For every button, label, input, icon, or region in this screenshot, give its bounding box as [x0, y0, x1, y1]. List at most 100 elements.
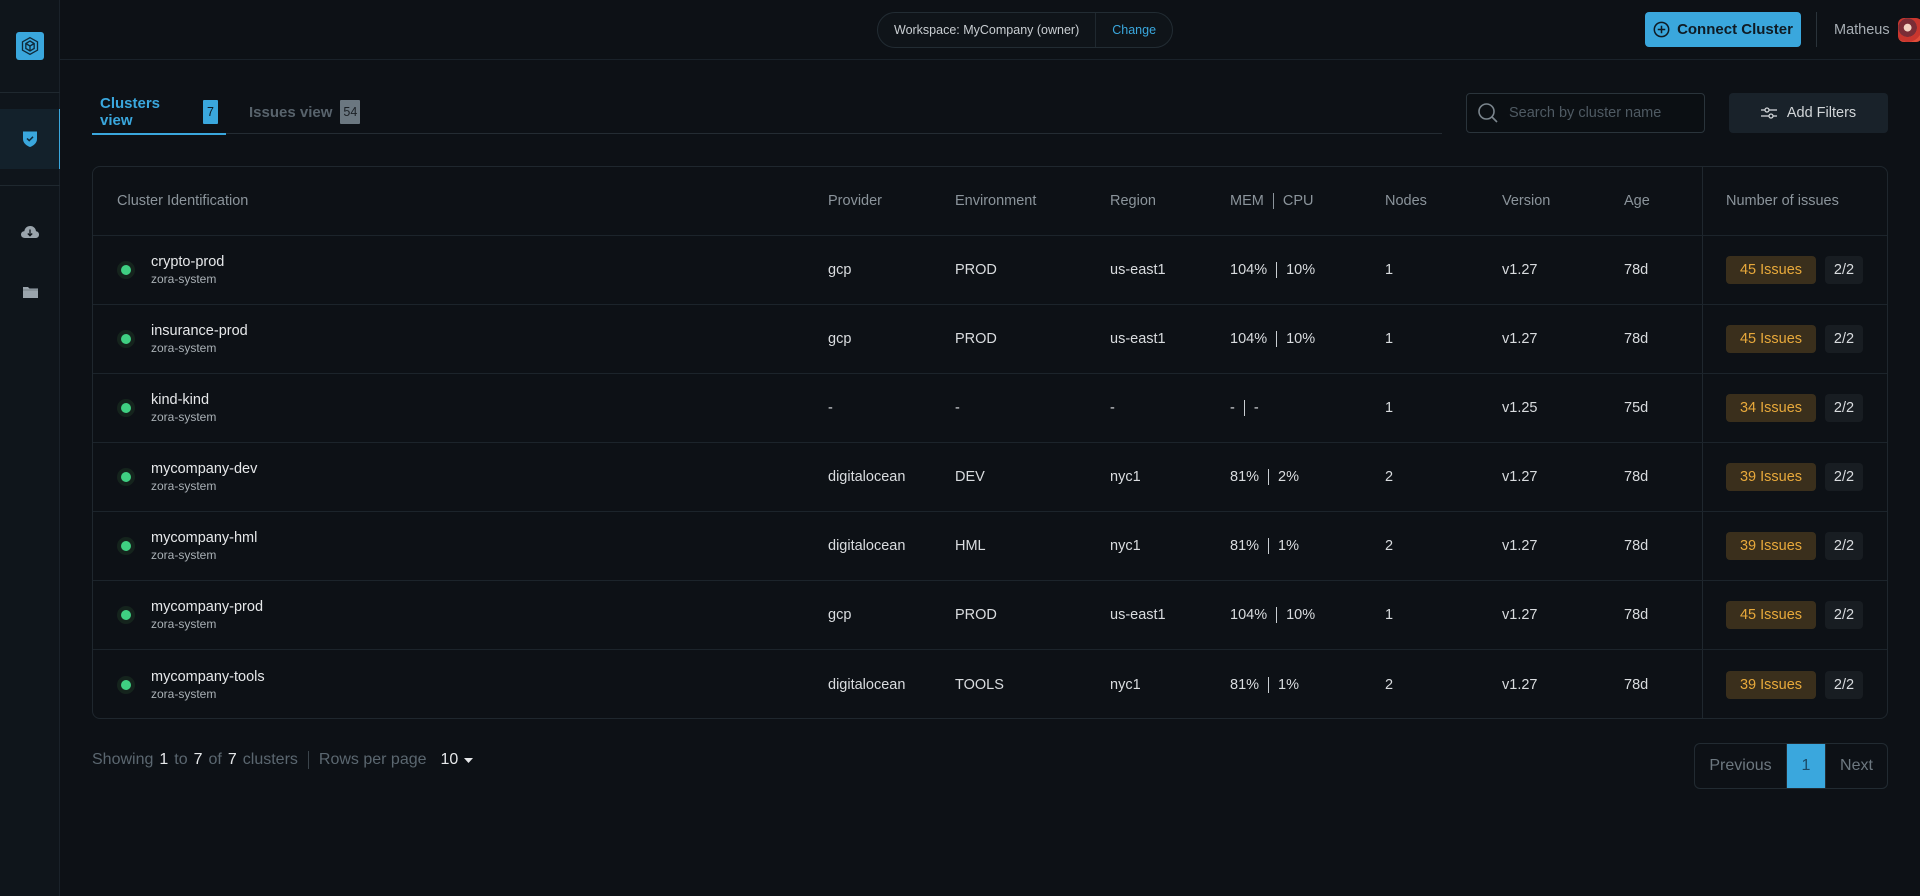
issues-count-badge[interactable]: 45 Issues — [1726, 325, 1816, 353]
cell-issues: 45 Issues 2/2 — [1726, 236, 1863, 304]
issues-count-badge[interactable]: 34 Issues — [1726, 394, 1816, 422]
header-version[interactable]: Version — [1502, 167, 1550, 235]
issues-ratio-badge: 2/2 — [1825, 601, 1863, 629]
cluster-name[interactable]: mycompany-hml — [151, 530, 257, 546]
cluster-name[interactable]: crypto-prod — [151, 254, 224, 270]
sidebar-item-install[interactable] — [0, 202, 60, 262]
change-workspace-link[interactable]: Change — [1095, 13, 1172, 47]
cell-age: 78d — [1624, 262, 1649, 278]
sidebar-item-files[interactable] — [0, 262, 60, 322]
cell-mem-cpu: 81% 1% — [1230, 650, 1299, 718]
folder-icon — [22, 287, 38, 298]
cluster-identification[interactable]: mycompany-hml zora-system — [151, 512, 257, 580]
cell-cpu: 10% — [1286, 331, 1316, 347]
workspace-label: Workspace: MyCompany (owner) — [894, 23, 1080, 37]
summary-showing: Showing — [92, 751, 154, 768]
tab-clusters-view[interactable]: Clusters view 7 — [92, 90, 226, 135]
cell-provider: gcp — [828, 607, 852, 623]
cluster-namespace: zora-system — [151, 479, 217, 493]
header-environment[interactable]: Environment — [955, 167, 1036, 235]
cell-environment: PROD — [955, 262, 997, 278]
header-provider[interactable]: Provider — [828, 167, 882, 235]
table-row[interactable]: mycompany-dev zora-system digitalocean DEV n… — [93, 443, 1887, 512]
cell-age: 78d — [1624, 607, 1649, 623]
cell-environment: HML — [955, 538, 986, 554]
connect-cluster-button[interactable]: Connect Cluster — [1645, 12, 1801, 47]
table-row[interactable]: mycompany-tools zora-system digitalocean TO… — [93, 650, 1887, 718]
avatar — [1897, 18, 1920, 42]
page-1-button[interactable]: 1 — [1787, 744, 1825, 788]
cell-mem-cpu: 81% 1% — [1230, 512, 1299, 580]
cell-age: 75d — [1624, 400, 1649, 416]
header-cluster[interactable]: Cluster Identification — [117, 167, 248, 235]
add-filters-button[interactable]: Add Filters — [1729, 93, 1888, 133]
header-region[interactable]: Region — [1110, 167, 1156, 235]
cell-version: v1.27 — [1502, 469, 1538, 485]
tab-label: Issues view — [249, 103, 333, 121]
caret-down-icon — [464, 757, 474, 763]
cluster-name[interactable]: mycompany-tools — [151, 669, 265, 685]
table-row[interactable]: insurance-prod zora-system gcp PROD us-east1… — [93, 305, 1887, 374]
header-age[interactable]: Age — [1624, 167, 1650, 235]
tab-count-badge: 7 — [203, 99, 218, 124]
topbar-divider — [1816, 12, 1817, 47]
cell-cpu: 2% — [1278, 469, 1299, 485]
cluster-identification[interactable]: crypto-prod zora-system — [151, 236, 224, 304]
cell-mem-cpu: -- — [1230, 374, 1259, 442]
cluster-namespace: zora-system — [151, 548, 217, 562]
cluster-identification[interactable]: kind-kind zora-system — [151, 374, 216, 442]
cluster-identification[interactable]: insurance-prod zora-system — [151, 305, 248, 373]
header-mem-cpu[interactable]: MEM CPU — [1230, 167, 1313, 235]
separator — [1243, 400, 1245, 416]
tab-issues-view[interactable]: Issues view 54 — [249, 90, 361, 134]
table-row[interactable]: mycompany-hml zora-system digitalocean HML n… — [93, 512, 1887, 581]
issues-count-badge[interactable]: 45 Issues — [1726, 256, 1816, 284]
header-nodes[interactable]: Nodes — [1385, 167, 1427, 235]
table-row[interactable]: mycompany-prod zora-system gcp PROD us-east1… — [93, 581, 1887, 650]
cell-cpu: 1% — [1278, 538, 1299, 554]
search-input[interactable] — [1509, 105, 1699, 121]
issues-ratio-badge: 2/2 — [1825, 256, 1863, 284]
cell-provider: - — [828, 400, 833, 416]
previous-page-button[interactable]: Previous — [1695, 744, 1787, 788]
summary-of-word: of — [208, 751, 222, 768]
cell-environment: TOOLS — [955, 676, 1004, 693]
cluster-name[interactable]: mycompany-prod — [151, 599, 263, 615]
status-indicator — [117, 581, 135, 649]
cell-nodes: 1 — [1385, 607, 1394, 623]
cell-version: v1.25 — [1502, 400, 1538, 416]
cluster-name[interactable]: kind-kind — [151, 392, 209, 408]
cluster-identification[interactable]: mycompany-dev zora-system — [151, 443, 257, 511]
cell-nodes: 2 — [1385, 538, 1394, 554]
user-menu[interactable]: Matheus — [1834, 14, 1920, 46]
view-tabs: Clusters view 7 Issues view 54 — [92, 90, 1442, 135]
header-issues[interactable]: Number of issues — [1726, 167, 1839, 235]
summary-total: 7 — [227, 751, 237, 768]
separator — [1272, 193, 1274, 209]
cell-mem: 81% — [1230, 676, 1260, 693]
rows-per-page-select[interactable]: 10 — [441, 751, 474, 769]
cell-version: v1.27 — [1502, 538, 1538, 554]
status-indicator — [117, 305, 135, 373]
issues-count-badge[interactable]: 39 Issues — [1726, 463, 1816, 491]
issues-count-badge[interactable]: 39 Issues — [1726, 532, 1816, 560]
pagination: Previous 1 Next — [1694, 743, 1888, 789]
issues-count-badge[interactable]: 39 Issues — [1726, 670, 1816, 699]
sidebar-item-security[interactable] — [0, 109, 60, 169]
cluster-identification[interactable]: mycompany-prod zora-system — [151, 581, 263, 649]
cell-environment: PROD — [955, 331, 997, 347]
cluster-identification[interactable]: mycompany-tools zora-system — [151, 650, 265, 718]
cell-mem: 104% — [1230, 331, 1268, 347]
table-row[interactable]: crypto-prod zora-system gcp PROD us-east1 104… — [93, 236, 1887, 305]
cluster-name[interactable]: mycompany-dev — [151, 461, 257, 477]
issues-count-badge[interactable]: 45 Issues — [1726, 601, 1816, 629]
cluster-name[interactable]: insurance-prod — [151, 323, 248, 339]
next-page-button[interactable]: Next — [1825, 744, 1887, 788]
connect-cluster-label: Connect Cluster — [1677, 21, 1793, 38]
cell-mem: 104% — [1230, 262, 1268, 278]
cell-cpu: - — [1253, 400, 1259, 416]
table-row[interactable]: kind-kind zora-system - - - - -1 v1.25 75d 34 Iss… — [93, 374, 1887, 443]
app-logo[interactable] — [16, 32, 44, 60]
cluster-namespace: zora-system — [151, 686, 217, 701]
cell-nodes: 2 — [1385, 469, 1394, 485]
